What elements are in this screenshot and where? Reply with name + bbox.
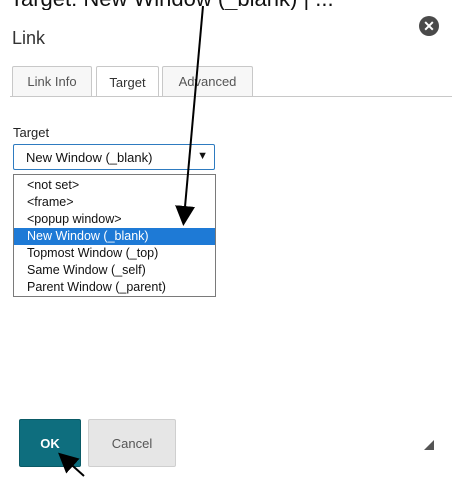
- tab-label: Advanced: [178, 74, 237, 89]
- close-icon[interactable]: ✕: [419, 16, 439, 36]
- dropdown-option-selected[interactable]: New Window (_blank): [14, 228, 215, 245]
- dropdown-option[interactable]: <frame>: [14, 194, 215, 211]
- target-select-value: New Window (_blank): [26, 149, 153, 165]
- tab-target[interactable]: Target: [96, 66, 159, 97]
- tab-label: Target: [109, 74, 146, 90]
- cancel-button[interactable]: Cancel: [88, 419, 176, 467]
- dialog-title: Link: [12, 28, 46, 48]
- dropdown-option[interactable]: Parent Window (_parent): [14, 279, 215, 296]
- top-caption: Target: New Window (_blank) | ...: [0, 0, 452, 10]
- dropdown-option[interactable]: Same Window (_self): [14, 262, 215, 279]
- tabs-divider: [10, 96, 452, 97]
- target-label: Target: [13, 125, 50, 140]
- chevron-down-icon: ▼: [197, 150, 208, 162]
- target-select[interactable]: New Window (_blank) ▼: [13, 144, 215, 170]
- tab-label: Link Info: [27, 74, 77, 89]
- dropdown-option[interactable]: Topmost Window (_top): [14, 245, 215, 262]
- dropdown-option[interactable]: <popup window>: [14, 211, 215, 228]
- target-dropdown[interactable]: <not set> <frame> <popup window> New Win…: [13, 174, 216, 297]
- dropdown-option[interactable]: <not set>: [14, 177, 215, 194]
- ok-button[interactable]: OK: [19, 419, 81, 467]
- resize-grip-icon[interactable]: [424, 440, 434, 450]
- tab-link-info[interactable]: Link Info: [12, 66, 92, 96]
- tab-advanced[interactable]: Advanced: [162, 66, 253, 96]
